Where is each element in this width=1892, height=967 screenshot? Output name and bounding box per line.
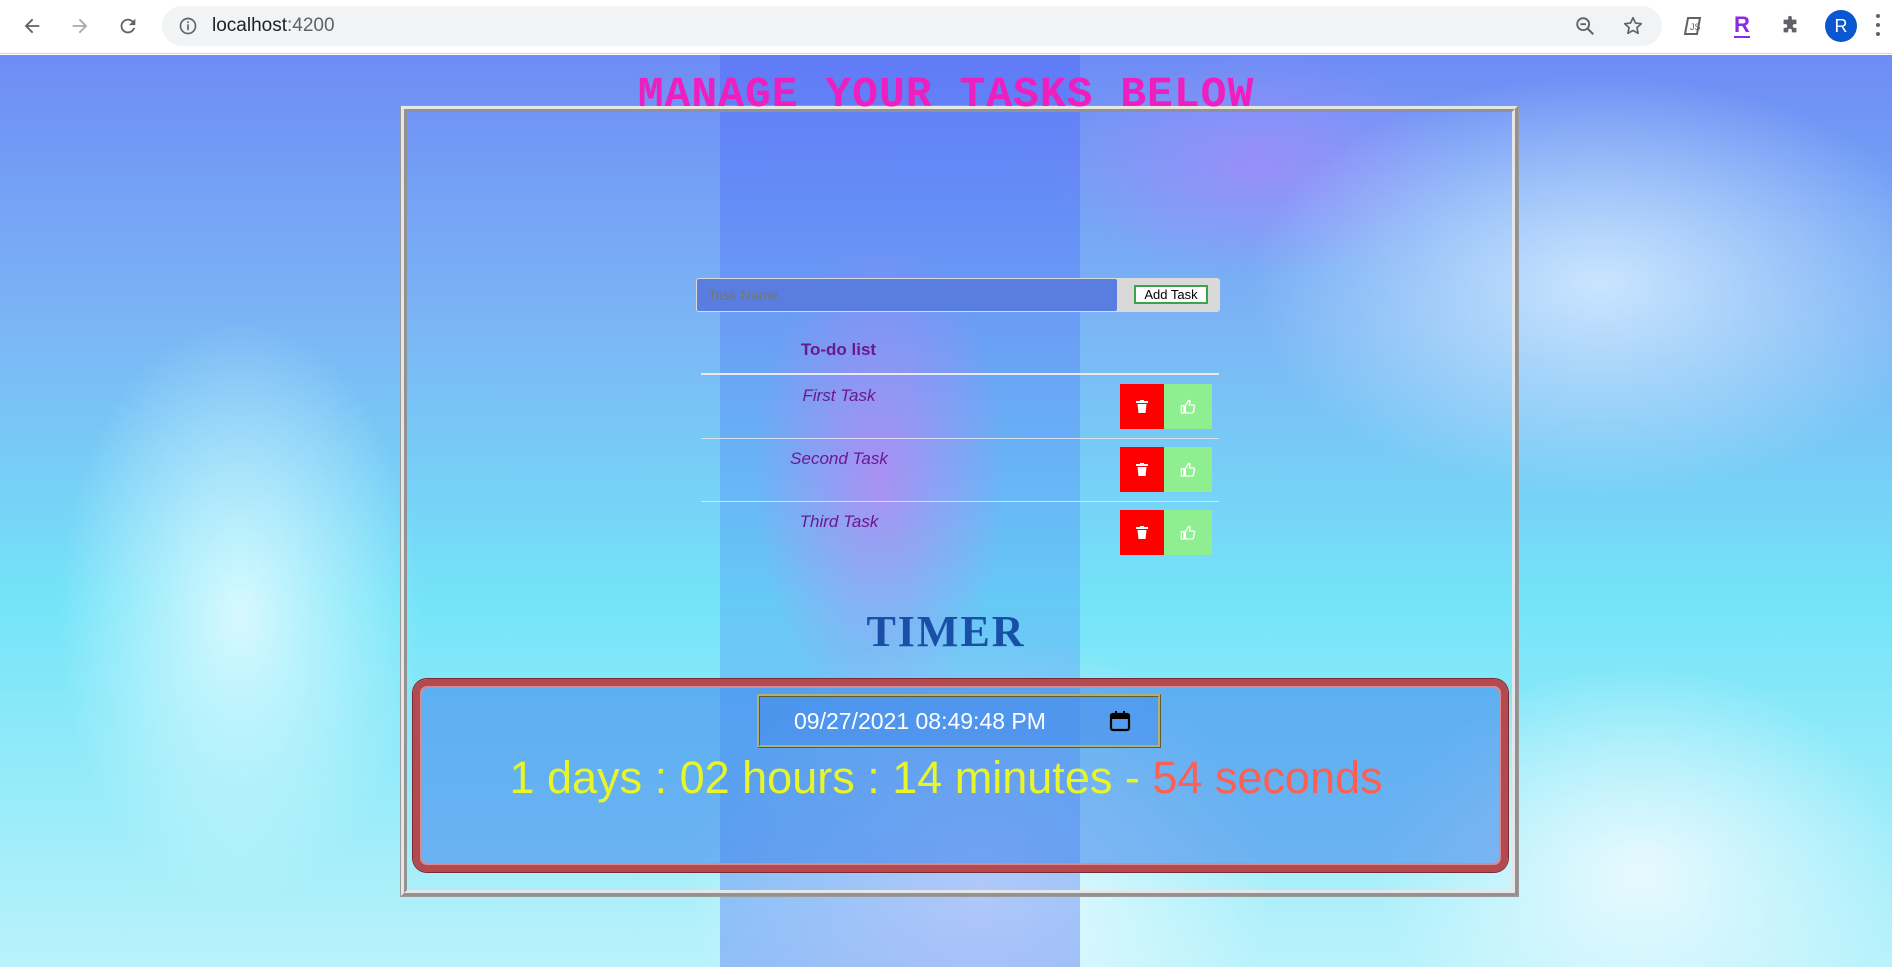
extension-r-icon[interactable]: R (1729, 13, 1755, 39)
countdown-display: 1 days : 02 hours : 14 minutes - 54 seco… (0, 752, 1892, 804)
thumbs-up-icon (1180, 462, 1196, 477)
reload-icon (120, 18, 136, 34)
browser-menu-icon[interactable] (1876, 14, 1882, 38)
thumbs-up-icon (1180, 525, 1196, 540)
extension-script-icon[interactable]: JS (1681, 13, 1707, 39)
forward-button[interactable] (62, 8, 98, 44)
bookmark-star-icon[interactable] (1622, 15, 1644, 37)
delete-task-button[interactable] (1120, 447, 1164, 492)
info-icon[interactable] (178, 16, 198, 36)
page-title: MANAGE YOUR TASKS BELOW (637, 70, 1255, 119)
thumbs-up-icon (1180, 399, 1196, 414)
task-name-input[interactable] (697, 279, 1117, 311)
countdown-minutes: 14 minutes - (892, 752, 1153, 803)
complete-task-button[interactable] (1164, 510, 1212, 555)
extensions-puzzle-icon[interactable] (1777, 13, 1803, 39)
trash-icon (1136, 463, 1148, 476)
countdown-days: 1 days : (509, 752, 680, 803)
calendar-icon[interactable] (1108, 709, 1132, 733)
task-row: Second Task (701, 439, 1219, 502)
task-row: First Task (701, 376, 1219, 439)
complete-task-button[interactable] (1164, 447, 1212, 492)
datetime-value: 09/27/2021 08:49:48 PM (794, 708, 1046, 734)
delete-task-button[interactable] (1120, 510, 1164, 555)
arrow-right-icon (72, 18, 88, 34)
trash-icon (1136, 526, 1148, 539)
countdown-seconds: 54 seconds (1152, 752, 1383, 803)
zoom-out-icon[interactable] (1574, 15, 1596, 37)
delete-task-button[interactable] (1120, 384, 1164, 429)
browser-toolbar: localhost:4200 JS R R (0, 0, 1892, 54)
back-button[interactable] (14, 8, 50, 44)
profile-avatar[interactable]: R (1825, 10, 1857, 42)
arrow-left-icon (24, 18, 40, 34)
url-port: :4200 (287, 15, 335, 36)
address-bar[interactable]: localhost:4200 (162, 6, 1662, 46)
task-name: First Task (802, 386, 876, 405)
task-row: Third Task (701, 502, 1219, 565)
countdown-hours: 02 hours : (679, 752, 893, 803)
svg-text:JS: JS (1690, 22, 1701, 32)
task-name: Second Task (790, 449, 888, 468)
complete-task-button[interactable] (1164, 384, 1212, 429)
todo-divider (701, 373, 1219, 375)
url-host: localhost (212, 15, 287, 36)
datetime-input[interactable]: 09/27/2021 08:49:48 PM (757, 694, 1161, 748)
todo-list-header: To-do list (800, 340, 877, 359)
add-task-button[interactable]: Add Task (1134, 285, 1208, 304)
task-name: Third Task (799, 512, 879, 531)
url-text[interactable]: localhost:4200 (212, 6, 335, 46)
trash-icon (1136, 400, 1148, 413)
add-task-bar: Add Task (696, 278, 1220, 312)
timer-title: TIMER (866, 607, 1026, 656)
reload-button[interactable] (110, 8, 146, 44)
